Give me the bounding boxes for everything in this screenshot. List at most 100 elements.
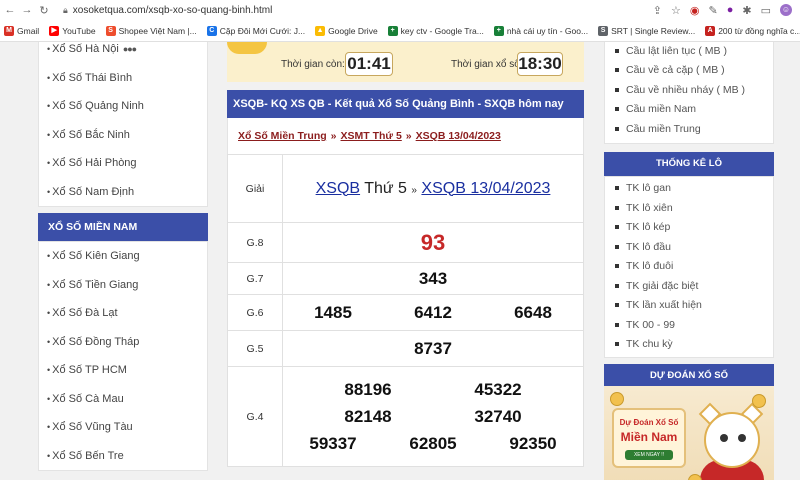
prize-name: G.5: [227, 330, 283, 367]
prize-name: G.6: [227, 294, 283, 331]
table-row: G.7 343: [227, 262, 584, 295]
stats-link[interactable]: TK lô kép: [605, 218, 773, 238]
bullet-icon: •: [47, 365, 51, 376]
extension-icon[interactable]: ●: [727, 4, 734, 16]
bookmark-item[interactable]: + key ctv - Google Tra...: [387, 25, 484, 36]
lottery-link[interactable]: • Xổ Số Kiên Giang: [39, 242, 207, 271]
breadcrumb: Xổ Số Miền Trung » XSMT Thứ 5 » XSQB 13/…: [227, 118, 584, 154]
weekday-label: Thứ 5: [364, 179, 407, 197]
prize-column-header: Giải: [227, 154, 283, 223]
sheets-icon: +: [387, 25, 398, 36]
address-bar[interactable]: xosoketqua.com/xsqb-xo-so-quang-binh.htm…: [73, 5, 273, 16]
bookmark-item[interactable]: S Shopee Việt Nam |...: [105, 25, 197, 36]
heading-separator: »: [411, 184, 417, 196]
lottery-link[interactable]: • Xổ Số Đà Lạt: [39, 299, 207, 328]
bullet-icon: [615, 126, 619, 131]
profile-avatar[interactable]: ☺: [780, 4, 792, 16]
banner-card: Dự Đoán Xổ Số Miền Nam XEM NGAY !!: [612, 408, 686, 468]
lottery-link[interactable]: • Xổ Số Vũng Tàu: [39, 413, 207, 442]
cau-link[interactable]: Cầu miền Nam: [605, 100, 773, 120]
prediction-heading: DỰ ĐOÁN XỔ SỐ: [604, 364, 774, 386]
bullet-icon: [615, 283, 619, 288]
south-heading: XỔ SỐ MIỀN NAM: [38, 213, 208, 241]
prize-number: 45322: [474, 380, 522, 399]
stats-link[interactable]: TK lô gan: [605, 179, 773, 199]
xsqb-link[interactable]: XSQB: [316, 180, 360, 197]
stats-link[interactable]: TK lô đuôi: [605, 257, 773, 277]
lottery-link[interactable]: • Xổ Số Bắc Ninh: [39, 121, 207, 150]
left-sidebar: • Xổ Số Hà Nội ●●● • Xổ Số Thái Bình • Xổ Số Q…: [38, 42, 208, 471]
lottery-link[interactable]: • Xổ Số Nam Định: [39, 178, 207, 207]
bookmark-item[interactable]: ▲ Google Drive: [315, 25, 378, 36]
extension-icon[interactable]: ◉: [690, 4, 700, 17]
bookmark-item[interactable]: + nhà cái uy tín - Goo...: [493, 25, 588, 36]
bookmark-item[interactable]: A 200 từ đồng nghĩa c...: [705, 25, 800, 36]
bullet-icon: •: [47, 129, 51, 140]
reload-icon[interactable]: ↻: [37, 4, 51, 17]
xsqb-date-link[interactable]: XSQB 13/04/2023: [421, 180, 550, 197]
lottery-link[interactable]: • Xổ Số Quảng Ninh: [39, 92, 207, 121]
share-icon[interactable]: ⇪: [653, 4, 662, 17]
bookmark-item[interactable]: S SRT | Single Review...: [598, 25, 695, 36]
cau-link[interactable]: Cầu miền Trung: [605, 119, 773, 139]
bullet-icon: [615, 244, 619, 249]
cau-link[interactable]: Cầu về nhiều nháy ( MB ): [605, 80, 773, 100]
cau-list: Cầu lật liên tục ( MB ) Cầu về cả cặp ( M…: [604, 42, 774, 144]
lottery-link-label: Xổ Số Bắc Ninh: [52, 128, 130, 141]
sidebar-icon[interactable]: ▭: [761, 4, 771, 17]
stats-link[interactable]: TK 00 - 99: [605, 315, 773, 335]
cau-link-label: Cầu lật liên tục ( MB ): [626, 44, 727, 57]
stats-link-label: TK lần xuất hiện: [626, 299, 702, 312]
back-icon[interactable]: ←: [3, 4, 17, 16]
results-heading: XSQB Thứ 5 » XSQB 13/04/2023: [282, 154, 584, 223]
stats-link[interactable]: TK lô xiên: [605, 198, 773, 218]
gmail-icon: M: [4, 25, 14, 36]
prediction-banner[interactable]: Dự Đoán Xổ Số Miền Nam XEM NGAY !!: [604, 386, 774, 480]
toolbar-actions: ⇪ ☆ ◉ ✎ ● ✱ ▭ ☺: [653, 4, 800, 17]
sheets-icon: +: [493, 25, 504, 36]
stats-link[interactable]: TK lô đầu: [605, 237, 773, 257]
prize-number: 6648: [514, 302, 552, 322]
prize-number: 1485: [314, 302, 352, 322]
stats-link[interactable]: TK lần xuất hiện: [605, 296, 773, 316]
view-now-button[interactable]: XEM NGAY !!: [625, 450, 673, 460]
banner-line-2: Miền Nam: [620, 430, 678, 444]
forward-icon[interactable]: →: [20, 4, 34, 16]
bookmark-item[interactable]: M Gmail: [4, 25, 39, 36]
cau-link[interactable]: Cầu về cả cặp ( MB ): [605, 61, 773, 81]
link-icon: C: [206, 25, 217, 36]
bullet-icon: •: [47, 158, 51, 169]
lottery-link[interactable]: • Xổ Số TP HCM: [39, 356, 207, 385]
cau-link-label: Cầu miền Trung: [626, 122, 701, 135]
star-icon[interactable]: ☆: [671, 4, 681, 17]
table-row: G.6 1485 6412 6648: [227, 294, 584, 331]
lottery-link-label: Xổ Số Hải Phòng: [52, 157, 137, 170]
lottery-link[interactable]: • Xổ Số Hà Nội ●●●: [39, 42, 207, 64]
stats-link[interactable]: TK chu kỳ: [605, 335, 773, 355]
cau-link[interactable]: Cầu lật liên tục ( MB ): [605, 42, 773, 61]
bookmark-item[interactable]: C Cặp Đôi Mới Cưới: J...: [206, 25, 305, 36]
bookmark-item[interactable]: ▶ YouTube: [49, 25, 96, 36]
breadcrumb-link[interactable]: XSMT Thứ 5: [341, 130, 402, 142]
lock-icon[interactable]: 🔒︎: [63, 5, 68, 16]
lottery-link[interactable]: • Xổ Số Bến Tre: [39, 442, 207, 471]
breadcrumb-link[interactable]: XSQB 13/04/2023: [416, 130, 501, 142]
lottery-link[interactable]: • Xổ Số Cà Mau: [39, 385, 207, 414]
bullet-icon: [615, 264, 619, 269]
breadcrumb-link[interactable]: Xổ Số Miền Trung: [238, 130, 327, 142]
stats-heading: THỐNG KÊ LÔ: [604, 151, 774, 176]
lottery-link[interactable]: • Xổ Số Tiền Giang: [39, 271, 207, 300]
lottery-link[interactable]: • Xổ Số Hải Phòng: [39, 149, 207, 178]
stats-link[interactable]: TK giải đặc biệt: [605, 276, 773, 296]
sun-decoration: [227, 42, 267, 54]
table-row: G.5 8737: [227, 330, 584, 367]
lottery-link[interactable]: • Xổ Số Thái Bình: [39, 64, 207, 93]
stats-link-label: TK lô đuôi: [626, 260, 674, 273]
bullet-icon: •: [47, 336, 51, 347]
bullet-icon: [615, 68, 619, 73]
lottery-link-label: Xổ Số Kiên Giang: [52, 250, 140, 263]
pen-icon[interactable]: ✎: [709, 4, 718, 17]
north-lottery-list: • Xổ Số Hà Nội ●●● • Xổ Số Thái Bình • Xổ Số Q…: [38, 42, 208, 207]
puzzle-icon[interactable]: ✱: [742, 4, 751, 17]
lottery-link[interactable]: • Xổ Số Đồng Tháp: [39, 328, 207, 357]
